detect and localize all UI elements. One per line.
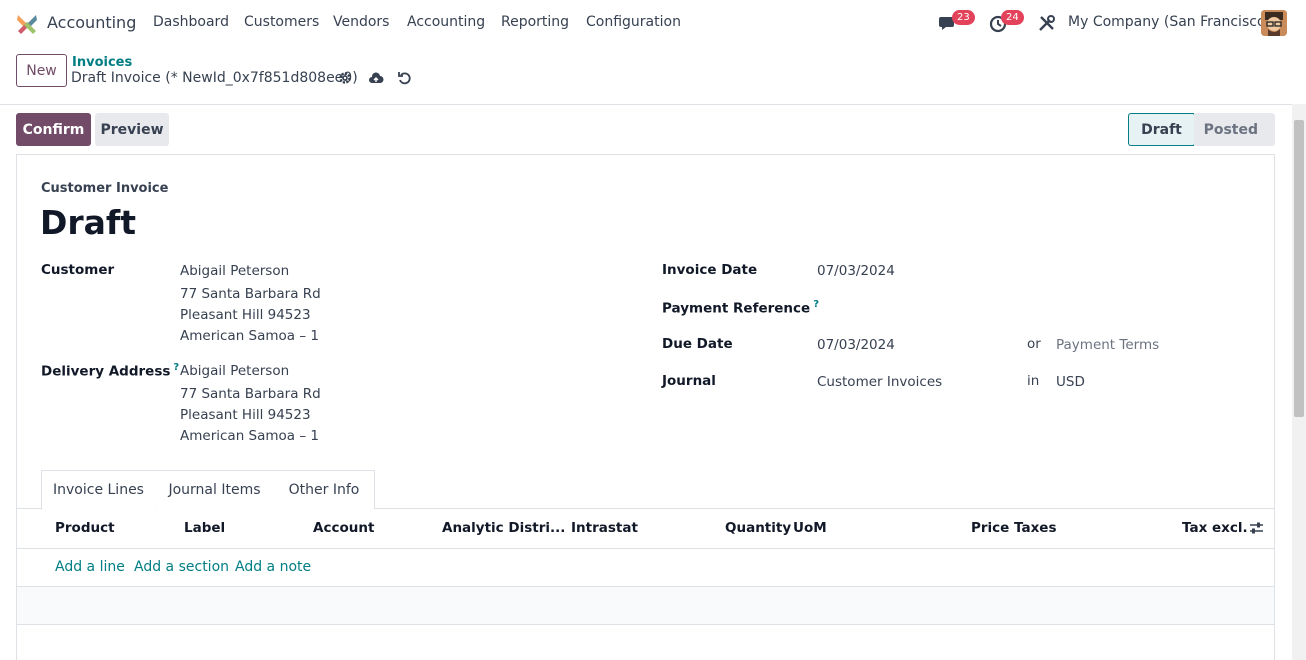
table-footer-row	[17, 587, 1274, 624]
invoice-title: Draft	[40, 203, 137, 242]
menu-vendors[interactable]: Vendors	[333, 14, 389, 30]
control-panel-divider	[0, 104, 1306, 105]
menu-configuration[interactable]: Configuration	[586, 14, 681, 30]
tab-journal-items[interactable]: Journal Items	[155, 470, 275, 509]
customer-name[interactable]: Abigail Peterson	[180, 263, 289, 279]
column-analytic-distribution[interactable]: Analytic Distri...	[442, 520, 565, 536]
delivery-country: American Samoa – 1	[180, 428, 319, 444]
invoice-type-label: Customer Invoice	[41, 181, 169, 196]
customer-city: Pleasant Hill 94523	[180, 307, 311, 323]
status-posted[interactable]: Posted	[1194, 113, 1275, 146]
delivery-address-label: Delivery Address?	[41, 362, 179, 380]
customer-street: 77 Santa Barbara Rd	[180, 286, 321, 302]
payment-reference-label-text: Payment Reference	[662, 300, 811, 317]
menu-dashboard[interactable]: Dashboard	[153, 14, 229, 30]
delivery-city: Pleasant Hill 94523	[180, 407, 311, 423]
due-date-label: Due Date	[662, 336, 733, 352]
add-section-link[interactable]: Add a section	[134, 559, 229, 575]
payment-terms-field[interactable]: Payment Terms	[1056, 337, 1159, 353]
customer-country: American Samoa – 1	[180, 328, 319, 344]
delivery-address-label-text: Delivery Address	[41, 363, 171, 380]
preview-button[interactable]: Preview	[95, 113, 169, 146]
journal-field[interactable]: Customer Invoices	[817, 374, 942, 390]
tab-other-info[interactable]: Other Info	[274, 470, 375, 509]
menu-accounting[interactable]: Accounting	[407, 14, 485, 30]
in-text: in	[1027, 373, 1040, 389]
delivery-name[interactable]: Abigail Peterson	[180, 363, 289, 379]
status-draft[interactable]: Draft	[1128, 113, 1194, 146]
record-name: Draft Invoice (* NewId_0x7f851d808ee0)	[71, 70, 358, 86]
add-note-link[interactable]: Add a note	[235, 559, 311, 575]
currency-field[interactable]: USD	[1056, 374, 1085, 390]
table-header-divider	[17, 548, 1274, 549]
tab-invoice-lines[interactable]: Invoice Lines	[41, 470, 156, 510]
payment-reference-field[interactable]	[817, 299, 1257, 317]
help-icon[interactable]: ?	[173, 362, 179, 373]
gear-icon[interactable]	[337, 70, 353, 86]
column-product[interactable]: Product	[55, 520, 115, 536]
or-text: or	[1027, 336, 1041, 352]
activities-badge: 24	[1001, 10, 1024, 25]
app-name[interactable]: Accounting	[47, 13, 136, 32]
menu-customers[interactable]: Customers	[244, 14, 319, 30]
discard-undo-icon[interactable]	[397, 70, 413, 86]
column-tax-excl[interactable]: Tax excl.	[1182, 520, 1248, 536]
column-account[interactable]: Account	[313, 520, 374, 536]
scrollbar-thumb[interactable]	[1294, 120, 1304, 417]
company-switcher[interactable]: My Company (San Francisco)	[1068, 14, 1271, 30]
due-date-field[interactable]: 07/03/2024	[817, 337, 895, 353]
messages-badge: 23	[952, 10, 975, 25]
top-navbar: Accounting Dashboard Customers Vendors A…	[0, 0, 1306, 46]
delivery-street: 77 Santa Barbara Rd	[180, 386, 321, 402]
optional-columns-icon[interactable]	[1249, 521, 1264, 535]
column-intrastat[interactable]: Intrastat	[571, 520, 638, 536]
column-quantity[interactable]: Quantity	[725, 520, 791, 536]
breadcrumb-invoices[interactable]: Invoices	[72, 55, 132, 70]
user-avatar-icon	[1261, 10, 1287, 36]
confirm-button[interactable]: Confirm	[16, 113, 91, 146]
table-footer-divider	[17, 624, 1274, 625]
invoice-date-label: Invoice Date	[662, 262, 758, 278]
tools-icon[interactable]	[1037, 13, 1057, 33]
accounting-app-icon[interactable]	[16, 12, 38, 34]
column-label[interactable]: Label	[184, 520, 225, 536]
column-price[interactable]: Price	[971, 520, 1009, 536]
menu-reporting[interactable]: Reporting	[501, 14, 569, 30]
add-line-link[interactable]: Add a line	[55, 559, 125, 575]
save-cloud-icon[interactable]	[368, 70, 384, 86]
column-uom[interactable]: UoM	[793, 520, 827, 536]
customer-label: Customer	[41, 262, 115, 278]
new-button[interactable]: New	[16, 54, 67, 87]
payment-reference-label: Payment Reference?	[662, 299, 819, 317]
journal-label: Journal	[662, 373, 716, 389]
invoice-date-field[interactable]: 07/03/2024	[817, 263, 895, 279]
column-taxes[interactable]: Taxes	[1014, 520, 1056, 536]
user-avatar[interactable]	[1261, 10, 1287, 36]
